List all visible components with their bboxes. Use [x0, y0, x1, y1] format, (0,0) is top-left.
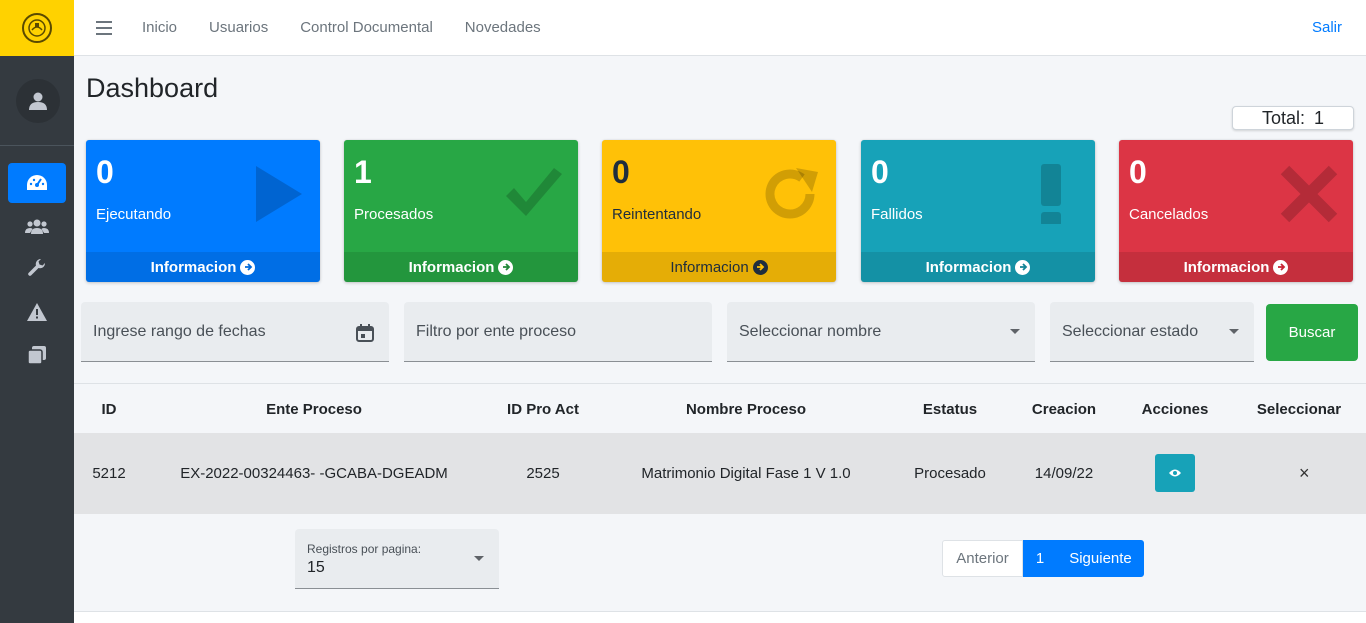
estado-select-placeholder: Seleccionar estado [1062, 322, 1199, 340]
col-header-nombre-proceso[interactable]: Nombre Proceso [686, 401, 806, 418]
card-count: 0 [612, 154, 630, 190]
card-count: 0 [1129, 154, 1147, 190]
card-info-link[interactable]: Informacion [1119, 252, 1353, 282]
warning-icon [27, 303, 47, 321]
play-icon [256, 166, 302, 222]
sidebar-item-tools[interactable] [8, 248, 66, 288]
col-header-id-pro-act[interactable]: ID Pro Act [507, 401, 579, 418]
sidebar [0, 0, 74, 623]
col-header-acciones: Acciones [1141, 401, 1209, 418]
total-label: Total: [1261, 107, 1305, 128]
nombre-select-placeholder: Seleccionar nombre [739, 322, 882, 340]
redo-icon [765, 168, 818, 219]
col-header-creacion[interactable]: Creacion [1032, 401, 1096, 418]
wrench-icon [28, 258, 46, 276]
card-label: Fallidos [871, 206, 923, 223]
col-header-estatus[interactable]: Estatus [923, 401, 977, 418]
pagination-page-button[interactable]: 1 [1023, 540, 1057, 577]
page-title: Dashboard [86, 73, 219, 103]
nombre-select[interactable]: Seleccionar nombre [727, 302, 1035, 362]
cell-creacion: 14/09/22 [1034, 465, 1094, 482]
sidebar-item-documents[interactable] [8, 335, 66, 375]
chevron-down-icon [474, 556, 484, 561]
top-navbar: Inicio Usuarios Control Documental Noved… [74, 0, 1366, 56]
cell-estatus: Procesado [914, 465, 986, 482]
user-avatar[interactable] [16, 79, 60, 123]
nav-link-control-documental[interactable]: Control Documental [300, 19, 433, 36]
deselect-close-icon[interactable]: × [1299, 463, 1310, 484]
card-info-link[interactable]: Informacion [861, 252, 1095, 282]
card-label: Reintentando [612, 206, 702, 223]
card-ejecutando: 0 Ejecutando Informacion [86, 140, 320, 282]
rows-per-page-value: 15 [307, 559, 325, 576]
estado-select[interactable]: Seleccionar estado [1050, 302, 1254, 362]
arrow-circle-right-icon [240, 259, 256, 275]
total-counter: Total: 1 [1232, 106, 1354, 130]
sidebar-item-users[interactable] [8, 206, 66, 246]
total-value: 1 [1314, 107, 1325, 128]
pagination-prev-button[interactable]: Anterior [942, 540, 1023, 577]
col-header-id[interactable]: ID [102, 401, 117, 418]
process-table: ID Ente Proceso ID Pro Act Nombre Proces… [74, 383, 1366, 611]
chevron-down-icon [1229, 329, 1239, 334]
card-label: Cancelados [1129, 206, 1209, 223]
eye-icon [1169, 469, 1181, 477]
calendar-icon[interactable] [355, 323, 375, 343]
card-count: 1 [354, 154, 372, 190]
table-row[interactable]: 5212 EX-2022-00324463- -GCABA-DGEADM 252… [74, 433, 1366, 514]
check-icon [506, 168, 562, 216]
rows-per-page-label: Registros por pagina: [307, 542, 422, 556]
arrow-circle-right-icon [498, 259, 514, 275]
card-reintentando: 0 Reintentando Informacion [602, 140, 836, 282]
sidebar-item-alerts[interactable] [8, 292, 66, 332]
cell-nombre-proceso: Matrimonio Digital Fase 1 V 1.0 [641, 465, 851, 482]
users-icon [25, 219, 49, 234]
hamburger-menu-icon[interactable] [96, 20, 112, 35]
search-button[interactable]: Buscar [1266, 304, 1358, 361]
cell-id: 5212 [92, 465, 126, 482]
ente-proceso-filter[interactable]: Filtro por ente proceso [404, 302, 712, 362]
card-info-link[interactable]: Informacion [86, 252, 320, 282]
view-details-button[interactable] [1155, 454, 1195, 492]
arrow-circle-right-icon [752, 259, 768, 275]
nav-link-novedades[interactable]: Novedades [465, 19, 541, 36]
date-range-field[interactable]: Ingrese rango de fechas [81, 302, 389, 362]
footer-strip [74, 611, 1366, 623]
pagination: Anterior 1 Siguiente [942, 540, 1144, 577]
nav-link-usuarios[interactable]: Usuarios [209, 19, 268, 36]
exclamation-icon [1041, 164, 1061, 224]
card-cancelados: 0 Cancelados Informacion [1119, 140, 1353, 282]
dashboard-icon [27, 175, 47, 190]
card-info-link[interactable]: Informacion [344, 252, 578, 282]
cell-ente-proceso: EX-2022-00324463- -GCABA-DGEADM [180, 465, 448, 482]
card-label: Ejecutando [96, 206, 172, 223]
sidebar-divider [0, 145, 74, 146]
times-icon [1280, 165, 1338, 223]
sidebar-item-dashboard[interactable] [8, 163, 66, 203]
date-range-placeholder: Ingrese rango de fechas [93, 322, 266, 340]
arrow-circle-right-icon [1273, 259, 1289, 275]
chevron-down-icon [1010, 329, 1020, 334]
card-label: Procesados [354, 206, 434, 223]
copy-icon [27, 346, 46, 365]
brand-logo-area[interactable] [0, 0, 74, 56]
card-fallidos: 0 Fallidos Informacion [861, 140, 1095, 282]
nav-link-inicio[interactable]: Inicio [142, 19, 177, 36]
logout-link[interactable]: Salir [1312, 19, 1342, 36]
card-count: 0 [96, 154, 114, 190]
pagination-next-button[interactable]: Siguiente [1057, 540, 1144, 577]
cell-id-pro-act: 2525 [526, 465, 560, 482]
col-header-ente-proceso[interactable]: Ente Proceso [266, 401, 362, 418]
city-seal-logo [22, 13, 52, 43]
user-icon [29, 92, 47, 110]
col-header-seleccionar: Seleccionar [1256, 401, 1342, 418]
card-count: 0 [871, 154, 889, 190]
rows-per-page-select[interactable]: Registros por pagina: 15 [295, 529, 499, 589]
card-info-link[interactable]: Informacion [602, 252, 836, 282]
arrow-circle-right-icon [1015, 259, 1031, 275]
card-procesados: 1 Procesados Informacion [344, 140, 578, 282]
ente-proceso-placeholder: Filtro por ente proceso [416, 322, 577, 340]
